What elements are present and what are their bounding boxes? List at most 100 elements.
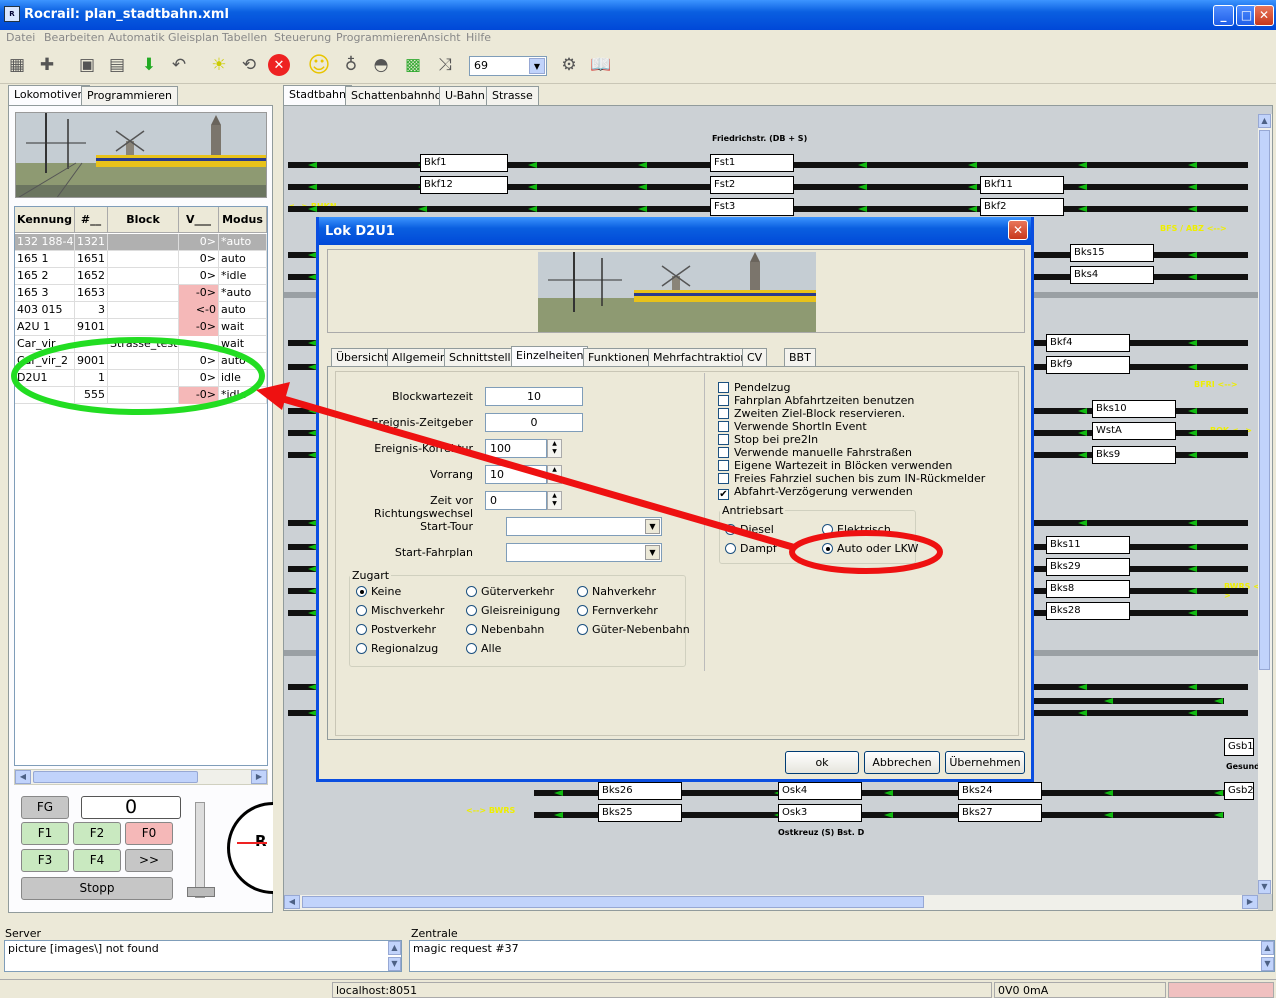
f3-button[interactable]: F3: [21, 849, 69, 872]
menu-tabellen[interactable]: Tabellen: [222, 31, 267, 44]
tab-programmieren[interactable]: Programmieren: [81, 86, 178, 106]
zugart-radio[interactable]: Alle: [466, 642, 501, 655]
block-bks8[interactable]: Bks8: [1046, 580, 1130, 598]
menu-hilfe[interactable]: Hilfe: [466, 31, 491, 44]
smiley-icon[interactable]: ☺: [306, 52, 332, 78]
loco-table-scrollbar[interactable]: ◀ ▶: [14, 769, 268, 785]
helmet-icon[interactable]: ◓: [368, 52, 394, 78]
option-checkbox[interactable]: Verwende ShortIn Event: [718, 420, 867, 433]
scroll-right-icon[interactable]: ▶: [1242, 895, 1258, 909]
option-checkbox[interactable]: Eigene Wartezeit in Blöcken verwenden: [718, 459, 952, 472]
richtungswechsel-stepper[interactable]: ▲ ▼: [547, 491, 562, 510]
option-checkbox[interactable]: Fahrplan Abfahrtzeiten benutzen: [718, 394, 914, 407]
tab-u-bahn[interactable]: U-Bahn: [439, 86, 491, 106]
tab-strasse[interactable]: Strasse: [486, 86, 539, 106]
block-bks11[interactable]: Bks11: [1046, 536, 1130, 554]
block-bks10[interactable]: Bks10: [1092, 400, 1176, 418]
table-row[interactable]: 132 188-4 1321 0> *auto: [15, 234, 267, 251]
antriebsart-radio[interactable]: Elektrisch: [822, 523, 891, 536]
upload-icon[interactable]: ↶: [166, 52, 192, 78]
option-checkbox[interactable]: Stop bei pre2In: [718, 433, 818, 446]
block-bks26[interactable]: Bks26: [598, 782, 682, 800]
option-checkbox[interactable]: ✔ Abfahrt-Verzögerung verwenden: [718, 485, 913, 500]
table-row[interactable]: Car_vir Strasse_test wait: [15, 336, 267, 353]
zugart-radio[interactable]: Güterverkehr: [466, 585, 554, 598]
start-fahrplan-select[interactable]: ▼: [506, 543, 662, 562]
minimize-button[interactable]: _: [1213, 5, 1234, 26]
antriebsart-radio[interactable]: Auto oder LKW: [822, 542, 918, 555]
gear-icon[interactable]: ⚙: [556, 52, 582, 78]
bag-icon[interactable]: ♁: [338, 52, 364, 78]
col-kennung[interactable]: Kennung: [15, 207, 75, 233]
table-row[interactable]: 403 015 3 <-0 auto: [15, 302, 267, 319]
tab-schattenbahnhof[interactable]: Schattenbahnhof: [345, 86, 452, 106]
table-row[interactable]: 165 2 1652 0> *idle: [15, 268, 267, 285]
block-bkf11[interactable]: Bkf11: [980, 176, 1064, 194]
block-bks28[interactable]: Bks28: [1046, 602, 1130, 620]
table-row[interactable]: 165 3 1653 -0> *auto: [15, 285, 267, 302]
block-gsb2[interactable]: Gsb2: [1224, 782, 1254, 800]
download-icon[interactable]: ⬇: [136, 52, 162, 78]
ereignis-zeitgeber-input[interactable]: 0: [485, 413, 583, 432]
block-bks4[interactable]: Bks4: [1070, 266, 1154, 284]
emergency-stop-icon[interactable]: ✕: [268, 54, 290, 76]
table-row[interactable]: 555 -0> *idle: [15, 387, 267, 404]
ok-button[interactable]: ok: [785, 751, 859, 774]
grid-icon[interactable]: ▩: [400, 52, 426, 78]
plan-vscroll-thumb[interactable]: [1259, 130, 1270, 670]
table-row[interactable]: Car_vir_2 9001 0> auto: [15, 353, 267, 370]
block-bks9[interactable]: Bks9: [1092, 446, 1176, 464]
block-osk3[interactable]: Osk3: [778, 804, 862, 822]
richtungswechsel-input[interactable]: 0: [485, 491, 547, 510]
connect-icon[interactable]: ▦: [4, 52, 30, 78]
block-wsta[interactable]: WstA: [1092, 422, 1176, 440]
block-fst1[interactable]: Fst1: [710, 154, 794, 172]
tab-mehrfachtraktion[interactable]: Mehrfachtraktion: [648, 348, 753, 367]
vorrang-input[interactable]: 10: [485, 465, 547, 484]
apply-button[interactable]: Übernehmen: [945, 751, 1025, 774]
menu-bearbeiten[interactable]: Bearbeiten: [44, 31, 104, 44]
f2-button[interactable]: F2: [73, 822, 121, 845]
option-checkbox[interactable]: Freies Fahrziel suchen bis zum IN-Rückme…: [718, 472, 985, 485]
tab-cv[interactable]: CV: [742, 348, 768, 367]
menu-gleisplan[interactable]: Gleisplan: [168, 31, 219, 44]
tab-stadtbahn[interactable]: Stadtbahn: [283, 85, 352, 107]
f4-button[interactable]: F4: [73, 849, 121, 872]
zugart-radio[interactable]: Nebenbahn: [466, 623, 544, 636]
tab-bbt[interactable]: BBT: [784, 348, 816, 367]
scroll-down-icon[interactable]: ▼: [388, 957, 401, 971]
scroll-up-icon[interactable]: ▲: [388, 941, 401, 955]
menu-datei[interactable]: Datei: [6, 31, 35, 44]
block-bkf9[interactable]: Bkf9: [1046, 356, 1130, 374]
table-row[interactable]: 165 1 1651 0> auto: [15, 251, 267, 268]
zugart-radio[interactable]: Regionalzug: [356, 642, 438, 655]
lightbulb-icon[interactable]: ☀: [206, 52, 232, 78]
zugart-radio[interactable]: Güter-Nebenbahn: [577, 623, 690, 636]
option-checkbox[interactable]: Verwende manuelle Fahrstraßen: [718, 446, 912, 459]
ereignis-korrektur-input[interactable]: 100: [485, 439, 547, 458]
plan-vscrollbar[interactable]: ▲ ▼: [1258, 114, 1272, 894]
tab-uebersicht[interactable]: Übersicht: [331, 348, 394, 367]
speed-slider-thumb[interactable]: [187, 887, 215, 897]
block-bks29[interactable]: Bks29: [1046, 558, 1130, 576]
col-modus[interactable]: Modus: [219, 207, 267, 233]
option-checkbox[interactable]: Zweiten Ziel-Block reservieren.: [718, 407, 905, 420]
blockwartezeit-input[interactable]: 10: [485, 387, 583, 406]
block-bkf12[interactable]: Bkf12: [420, 176, 508, 194]
scroll-left-icon[interactable]: ◀: [284, 895, 300, 909]
scroll-left-icon[interactable]: ◀: [15, 770, 31, 784]
zugart-radio[interactable]: Keine: [356, 585, 401, 598]
block-bks15[interactable]: Bks15: [1070, 244, 1154, 262]
block-fst3[interactable]: Fst3: [710, 198, 794, 216]
table-row[interactable]: D2U1 1 0> idle: [15, 370, 267, 387]
scroll-right-icon[interactable]: ▶: [251, 770, 267, 784]
tab-allgemein[interactable]: Allgemein: [387, 348, 452, 367]
menu-steuerung[interactable]: Steuerung: [274, 31, 331, 44]
block-bks25[interactable]: Bks25: [598, 804, 682, 822]
block-osk4[interactable]: Osk4: [778, 782, 862, 800]
zugart-radio[interactable]: Nahverkehr: [577, 585, 656, 598]
cancel-button[interactable]: Abbrechen: [864, 751, 940, 774]
central-log[interactable]: magic request #37 ▲ ▼: [409, 940, 1275, 972]
col-speed[interactable]: V___: [179, 207, 219, 233]
zoom-select[interactable]: 69 ▼: [469, 56, 547, 76]
